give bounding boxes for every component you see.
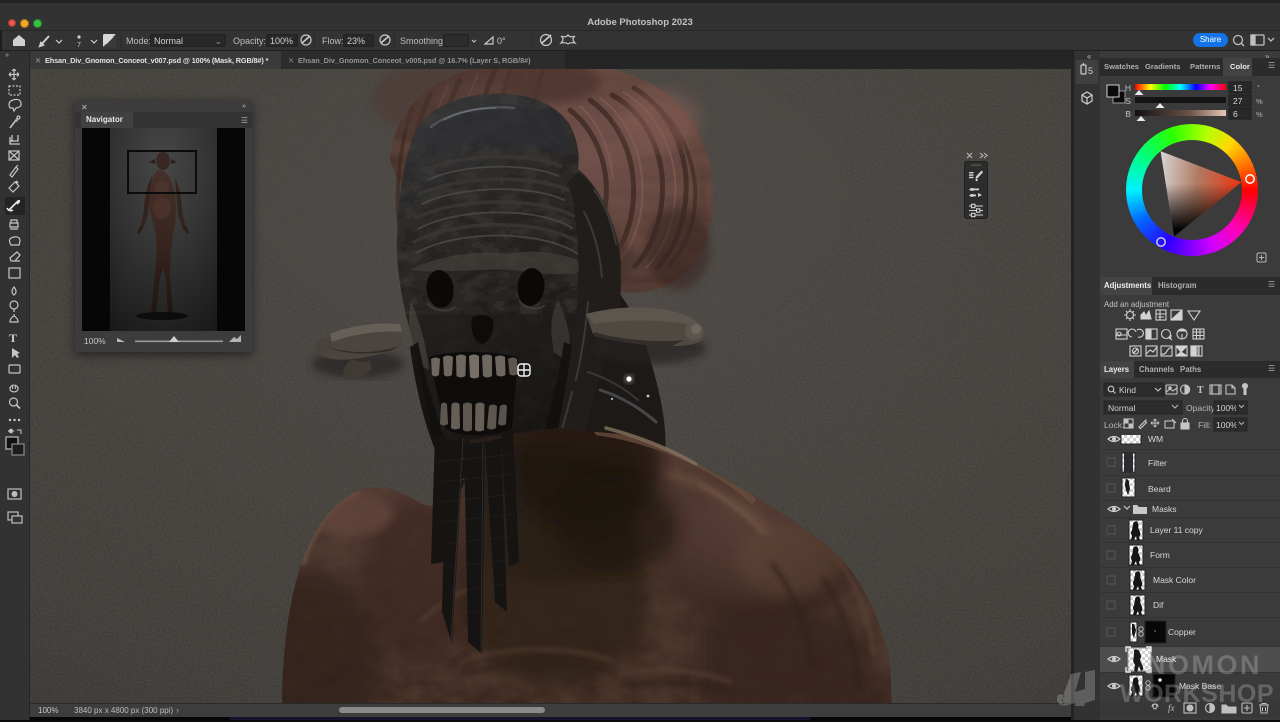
- svg-text:Dif: Dif: [1153, 600, 1164, 610]
- svg-text:fx: fx: [1168, 703, 1175, 713]
- svg-text:Beard: Beard: [1148, 484, 1171, 494]
- svg-text:%: %: [1256, 110, 1263, 119]
- svg-text:27: 27: [1233, 96, 1243, 106]
- svg-text:100%: 100%: [1216, 403, 1238, 413]
- svg-text:100%: 100%: [1216, 420, 1238, 430]
- svg-text:Masks: Masks: [1152, 504, 1177, 514]
- svg-text:5: 5: [1088, 66, 1093, 76]
- svg-text:°: °: [1257, 84, 1260, 92]
- svg-text:Normal: Normal: [1108, 403, 1136, 413]
- svg-text:T: T: [9, 331, 17, 345]
- svg-text:Layer 11 copy: Layer 11 copy: [1150, 525, 1204, 535]
- svg-text:Opacity:: Opacity:: [1186, 403, 1217, 413]
- svg-text:Filter: Filter: [1148, 458, 1167, 468]
- svg-text:Mask Color: Mask Color: [1153, 575, 1196, 585]
- svg-text:6: 6: [1233, 109, 1238, 119]
- svg-text:WM: WM: [1148, 435, 1163, 444]
- svg-text:Form: Form: [1150, 550, 1170, 560]
- svg-text:Mask: Mask: [1156, 654, 1177, 664]
- svg-text:S: S: [1125, 96, 1131, 106]
- svg-text:H: H: [1125, 83, 1131, 93]
- svg-text:Kind: Kind: [1119, 385, 1136, 395]
- svg-text:T: T: [1197, 385, 1204, 396]
- svg-text:Lock:: Lock:: [1104, 420, 1124, 430]
- svg-text:B: B: [1125, 109, 1131, 119]
- svg-text:Copper: Copper: [1168, 627, 1196, 637]
- svg-text:15: 15: [1233, 83, 1243, 93]
- svg-text:Mask Base: Mask Base: [1179, 681, 1221, 691]
- svg-text:Fill:: Fill:: [1198, 420, 1211, 430]
- svg-text:%: %: [1256, 97, 1263, 106]
- svg-text:7: 7: [77, 42, 81, 49]
